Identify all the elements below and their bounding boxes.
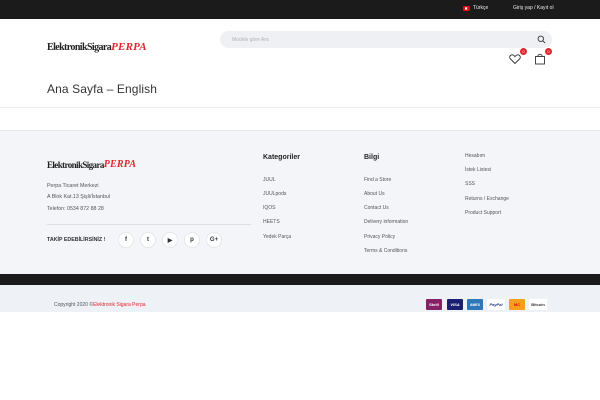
footer-logo[interactable]: ElektronikSigara PERPA bbox=[47, 158, 136, 170]
footer-link[interactable]: SSS bbox=[465, 181, 475, 187]
footer-link[interactable]: Yedek Parça bbox=[263, 234, 291, 240]
footer-column-title-categories: Kategoriler bbox=[263, 154, 300, 161]
footer-link[interactable]: Privacy Policy bbox=[364, 234, 395, 240]
shopping-bag-icon bbox=[535, 54, 545, 65]
google-plus-button[interactable]: G+ bbox=[206, 232, 222, 248]
paypal-icon: PayPal bbox=[487, 299, 505, 310]
copyright-prefix: Copyright 2020 © bbox=[54, 302, 93, 308]
footer-logo-text-brand: PERPA bbox=[103, 159, 137, 170]
footer-link[interactable]: Terms & Conditions bbox=[364, 248, 407, 254]
footer-separator bbox=[47, 224, 251, 225]
facebook-icon: f bbox=[125, 237, 127, 243]
footer-link[interactable]: About Us bbox=[364, 191, 385, 197]
pinterest-icon: p bbox=[190, 237, 194, 243]
pinterest-button[interactable]: p bbox=[184, 232, 200, 248]
search-icon[interactable] bbox=[537, 35, 546, 44]
bitcoin-icon: Bitcoin bbox=[529, 299, 547, 310]
google-plus-icon: G+ bbox=[209, 237, 219, 243]
wishlist-button[interactable]: 0 bbox=[509, 48, 527, 65]
follow-us-label: TAKİP EDEBİLİRSİNİZ ! bbox=[47, 237, 106, 243]
footer-column-title-info: Bilgi bbox=[364, 154, 380, 161]
twitter-button[interactable]: t bbox=[140, 232, 156, 248]
page-title: Ana Sayfa – English bbox=[47, 82, 157, 96]
footer-link[interactable]: İstek Listesi bbox=[465, 167, 491, 173]
language-label: Türkçe bbox=[473, 5, 489, 11]
mastercard-icon: MC bbox=[509, 299, 525, 310]
footer-address-line: A Blok Kat.13 Şişli/İstanbul bbox=[47, 194, 111, 200]
footer-link[interactable]: JUUL bbox=[263, 177, 276, 183]
cart-button[interactable]: 0 bbox=[534, 48, 552, 65]
top-bar bbox=[0, 0, 600, 19]
footer-phone: Telefon: 0534 872 88 28 bbox=[47, 206, 104, 212]
skrill-icon: Skrill bbox=[426, 299, 442, 310]
footer-link[interactable]: Product Support bbox=[465, 210, 501, 216]
heart-icon bbox=[509, 54, 521, 65]
wishlist-count-badge: 0 bbox=[520, 48, 527, 55]
search-input[interactable] bbox=[232, 33, 532, 46]
footer bbox=[0, 130, 600, 274]
site-logo[interactable]: ElektronikSigara PERPA bbox=[47, 41, 147, 53]
youtube-button[interactable]: ▶ bbox=[162, 232, 178, 248]
logo-text-brand: PERPA bbox=[111, 41, 147, 53]
search-bar bbox=[220, 31, 552, 48]
footer-address-line: Perpa Ticaret Merkezi bbox=[47, 183, 99, 189]
facebook-button[interactable]: f bbox=[118, 232, 134, 248]
amex-icon: AMEX bbox=[467, 299, 483, 310]
footer-logo-text-main: ElektronikSigara bbox=[47, 160, 104, 170]
footer-link[interactable]: IQOS bbox=[263, 205, 276, 211]
footer-link[interactable]: JUULpods bbox=[263, 191, 286, 197]
twitter-icon: t bbox=[147, 237, 149, 243]
language-selector[interactable]: Türkçe bbox=[463, 5, 488, 11]
footer-link[interactable]: Find a Store bbox=[364, 177, 391, 183]
header-divider bbox=[0, 107, 600, 108]
footer-link[interactable]: HEETS bbox=[263, 219, 280, 225]
turkey-flag-icon bbox=[463, 5, 470, 11]
footer-link[interactable]: Returns / Exchange bbox=[465, 196, 509, 202]
login-register-link[interactable]: Giriş yap / Kayıt ol bbox=[513, 5, 554, 11]
visa-icon: VISA bbox=[447, 299, 463, 310]
footer-link[interactable]: Contact Us bbox=[364, 205, 389, 211]
cart-count-badge: 0 bbox=[545, 48, 552, 55]
copyright-brand-link[interactable]: Elektronik Sigara Perpa bbox=[93, 302, 146, 308]
youtube-icon: ▶ bbox=[167, 237, 173, 244]
footer-dark-bar bbox=[0, 274, 600, 285]
footer-link[interactable]: Delivery information bbox=[364, 219, 408, 225]
copyright-text: Copyright 2020 ©Elektronik Sigara Perpa bbox=[54, 302, 146, 308]
footer-link[interactable]: Hesabım bbox=[465, 153, 485, 159]
logo-text-main: ElektronikSigara bbox=[47, 42, 112, 53]
